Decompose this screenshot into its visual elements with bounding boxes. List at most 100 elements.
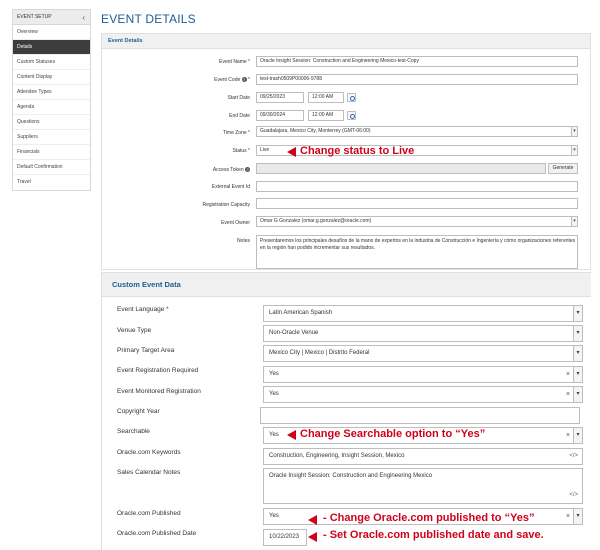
sidebar-item-questions[interactable]: Questions [13, 115, 90, 130]
monitored-reg-value: Yes [269, 391, 279, 397]
access-token-label-text: Access Token [212, 167, 244, 173]
time-zone-select[interactable]: Guadalajara, Mexico City, Monterrey (GMT… [256, 126, 578, 137]
clear-icon[interactable]: × [566, 387, 570, 402]
start-date-input[interactable]: 09/25/2023 [256, 92, 304, 103]
required-marker: * [248, 77, 250, 83]
time-zone-label: Time Zone * [100, 130, 250, 136]
required-marker: * [166, 306, 169, 313]
published-value: Yes [269, 513, 279, 519]
chevron-down-icon[interactable]: ▾ [571, 217, 577, 226]
copyright-year-input[interactable] [260, 407, 580, 424]
registration-capacity-label: Registration Capacity [202, 202, 250, 208]
access-token-input [256, 163, 546, 174]
status-label: Status * [100, 148, 250, 154]
clear-icon[interactable]: × [566, 428, 570, 443]
sidebar-item-default-confirmation[interactable]: Default Confirmation [13, 160, 90, 175]
clock-icon[interactable] [347, 111, 356, 120]
chevron-down-icon[interactable]: ▾ [573, 346, 582, 361]
sidebar-item-overview[interactable]: Overview [13, 25, 90, 40]
clear-icon[interactable]: × [566, 367, 570, 382]
chevron-down-icon[interactable]: ▾ [573, 428, 582, 443]
chevron-left-icon[interactable]: ‹ [82, 10, 85, 25]
external-id-input[interactable] [256, 181, 578, 192]
keywords-label: Oracle.com Keywords [117, 449, 181, 456]
chevron-down-icon[interactable]: ▾ [573, 326, 582, 341]
chevron-down-icon[interactable]: ▾ [571, 127, 577, 136]
help-icon[interactable]: ? [245, 167, 250, 173]
sidebar-header-label: EVENT SETUP [17, 14, 52, 20]
notes-textarea[interactable]: Presentaremos los principales desafíos d… [256, 235, 578, 269]
event-language-value: Latin American Spanish [269, 310, 333, 316]
event-owner-label: Event Owner [221, 220, 250, 226]
event-owner-value: Omar G Gonzalez (omar.g.gonzalez@oracle.… [260, 218, 372, 224]
clear-icon[interactable]: × [566, 509, 570, 524]
event-owner-select[interactable]: Omar G Gonzalez (omar.g.gonzalez@oracle.… [256, 216, 578, 227]
chevron-down-icon[interactable]: ▾ [573, 509, 582, 524]
event-code-label-text: Event Code [214, 77, 241, 83]
required-marker: * [248, 130, 250, 136]
sidebar-item-agenda[interactable]: Agenda [13, 100, 90, 115]
sidebar-item-suppliers[interactable]: Suppliers [13, 130, 90, 145]
sidebar-header[interactable]: EVENT SETUP ‹ [13, 10, 90, 25]
sales-notes-value: Oracle Insight Session: Construction and… [269, 473, 433, 479]
event-setup-sidebar: EVENT SETUP ‹ Overview Details Custom St… [12, 9, 91, 191]
code-icon[interactable]: </> [569, 488, 578, 503]
primary-target-value: Mexico City | Mexico | Distrito Federal [269, 350, 370, 356]
arrow-left-icon [308, 532, 317, 542]
notes-line: Presentaremos los principales desafíos d… [260, 238, 576, 244]
published-date-input[interactable]: 10/22/2023 [263, 529, 307, 546]
help-icon[interactable]: ? [241, 77, 247, 83]
required-marker: * [248, 148, 250, 154]
notes-line: en la región han podido incrementar sus … [260, 245, 376, 251]
chevron-down-icon[interactable]: ▾ [573, 387, 582, 402]
published-date-annotation: - Set Oracle.com published date and save… [323, 529, 544, 541]
arrow-left-icon [308, 515, 317, 525]
copyright-year-label: Copyright Year [117, 408, 160, 415]
end-date-label: End Date [229, 113, 250, 119]
chevron-down-icon[interactable]: ▾ [571, 146, 577, 155]
monitored-reg-label: Event Monitored Registration [117, 388, 201, 395]
registration-capacity-input[interactable] [256, 198, 578, 209]
arrow-left-icon [287, 430, 296, 440]
event-code-input[interactable]: test-trash0509P00006-9788 [256, 74, 578, 85]
end-date-input[interactable]: 09/30/2024 [256, 110, 304, 121]
status-label-text: Status [232, 148, 247, 154]
venue-type-select[interactable]: Non-Oracle Venue ▾ [263, 325, 583, 342]
reg-required-value: Yes [269, 371, 279, 377]
sales-notes-label: Sales Calendar Notes [117, 469, 181, 476]
primary-target-label: Primary Target Area [117, 347, 175, 354]
end-time-input[interactable]: 12:00 AM [308, 110, 344, 121]
clock-icon[interactable] [347, 93, 356, 102]
sidebar-item-attendee-types[interactable]: Attendee Types [13, 85, 90, 100]
monitored-reg-select[interactable]: Yes × ▾ [263, 386, 583, 403]
status-value: Live [260, 147, 270, 153]
sales-notes-textarea[interactable]: Oracle Insight Session: Construction and… [263, 468, 583, 504]
generate-button[interactable]: Generate [548, 163, 578, 174]
start-time-input[interactable]: 12:00 AM [308, 92, 344, 103]
start-date-label: Start Date [227, 95, 250, 101]
event-details-panel-title: Event Details [102, 34, 590, 49]
required-marker: * [248, 59, 250, 65]
published-label: Oracle.com Published [117, 510, 181, 517]
reg-required-select[interactable]: Yes × ▾ [263, 366, 583, 383]
event-language-label: Event Language * [117, 306, 169, 313]
chevron-down-icon[interactable]: ▾ [573, 367, 582, 382]
sidebar-item-content-display[interactable]: Content Display [13, 70, 90, 85]
chevron-down-icon[interactable]: ▾ [573, 306, 582, 321]
primary-target-select[interactable]: Mexico City | Mexico | Distrito Federal … [263, 345, 583, 362]
keywords-value: Construction, Engineering, Insight Sessi… [269, 453, 405, 459]
searchable-value: Yes [269, 432, 279, 438]
sidebar-item-custom-statuses[interactable]: Custom Statuses [13, 55, 90, 70]
sidebar-item-details[interactable]: Details [13, 40, 90, 55]
sidebar-item-travel[interactable]: Travel [13, 175, 90, 190]
event-name-label: Event Name * [100, 59, 250, 65]
notes-label: Notes [236, 238, 250, 244]
event-language-label-text: Event Language [117, 306, 165, 313]
searchable-annotation: Change Searchable option to “Yes” [300, 428, 486, 440]
keywords-input[interactable]: Construction, Engineering, Insight Sessi… [263, 448, 583, 465]
time-zone-label-text: Time Zone [222, 130, 247, 136]
code-icon[interactable]: </> [569, 449, 578, 464]
event-name-input[interactable]: Oracle Insight Session: Construction and… [256, 56, 578, 67]
event-language-select[interactable]: Latin American Spanish ▾ [263, 305, 583, 322]
sidebar-item-financials[interactable]: Financials [13, 145, 90, 160]
